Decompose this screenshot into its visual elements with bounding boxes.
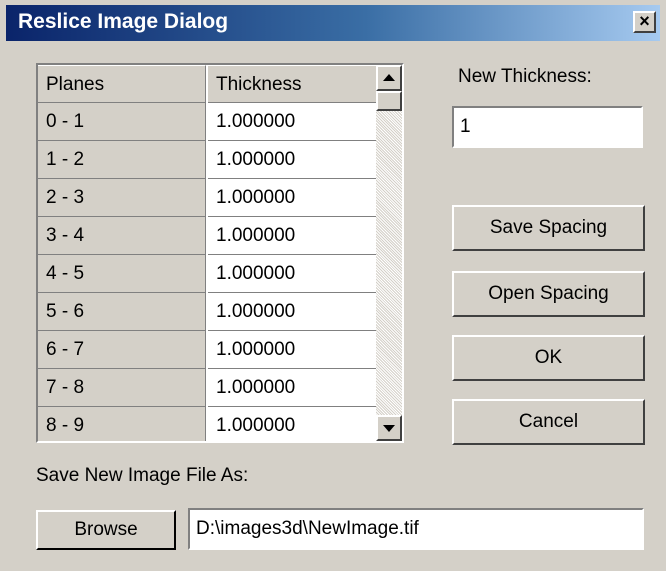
ok-button[interactable]: OK	[452, 335, 645, 381]
thickness-cell[interactable]: 1.000000	[208, 293, 378, 331]
open-spacing-button[interactable]: Open Spacing	[452, 271, 645, 317]
table-row[interactable]: 7 - 8 1.000000	[38, 369, 378, 407]
table-row[interactable]: 0 - 1 1.000000	[38, 103, 378, 141]
vertical-scrollbar[interactable]	[376, 65, 402, 441]
save-as-label: Save New Image File As:	[36, 465, 249, 486]
file-path-input[interactable]: D:\images3d\NewImage.tif	[188, 508, 644, 550]
planes-column-header: Planes	[38, 65, 206, 103]
planes-cell: 2 - 3	[38, 179, 206, 217]
close-button[interactable]: ×	[633, 11, 656, 33]
close-icon: ×	[639, 11, 650, 31]
thickness-cell[interactable]: 1.000000	[208, 369, 378, 407]
save-spacing-button[interactable]: Save Spacing	[452, 205, 645, 251]
browse-button[interactable]: Browse	[36, 510, 176, 550]
planes-cell: 5 - 6	[38, 293, 206, 331]
cancel-button[interactable]: Cancel	[452, 399, 645, 445]
planes-cell: 8 - 9	[38, 407, 206, 441]
new-thickness-input[interactable]: 1	[452, 106, 643, 148]
table-row[interactable]: 2 - 3 1.000000	[38, 179, 378, 217]
thickness-cell[interactable]: 1.000000	[208, 179, 378, 217]
arrow-down-icon	[383, 425, 395, 432]
window-title: Reslice Image Dialog	[18, 10, 229, 33]
arrow-up-icon	[383, 74, 395, 81]
title-bar[interactable]: Reslice Image Dialog ×	[6, 5, 660, 41]
thickness-cell[interactable]: 1.000000	[208, 407, 378, 441]
table-row[interactable]: 5 - 6 1.000000	[38, 293, 378, 331]
table-row[interactable]: 1 - 2 1.000000	[38, 141, 378, 179]
reslice-image-dialog: Reslice Image Dialog × Planes Thickness …	[0, 0, 666, 571]
table-row[interactable]: 3 - 4 1.000000	[38, 217, 378, 255]
table-header-row: Planes Thickness	[38, 65, 378, 103]
planes-cell: 0 - 1	[38, 103, 206, 141]
thickness-cell[interactable]: 1.000000	[208, 103, 378, 141]
planes-cell: 7 - 8	[38, 369, 206, 407]
thickness-table[interactable]: Planes Thickness 0 - 1 1.000000 1 - 2 1.…	[36, 63, 404, 443]
table-row[interactable]: 6 - 7 1.000000	[38, 331, 378, 369]
thickness-column-header: Thickness	[208, 65, 378, 103]
new-thickness-label: New Thickness:	[458, 66, 592, 87]
scroll-thumb[interactable]	[376, 91, 402, 111]
planes-cell: 3 - 4	[38, 217, 206, 255]
thickness-cell[interactable]: 1.000000	[208, 141, 378, 179]
planes-cell: 6 - 7	[38, 331, 206, 369]
thickness-cell[interactable]: 1.000000	[208, 255, 378, 293]
scroll-up-button[interactable]	[376, 65, 402, 91]
planes-cell: 1 - 2	[38, 141, 206, 179]
table-row[interactable]: 4 - 5 1.000000	[38, 255, 378, 293]
planes-cell: 4 - 5	[38, 255, 206, 293]
thickness-cell[interactable]: 1.000000	[208, 217, 378, 255]
table-row[interactable]: 8 - 9 1.000000	[38, 407, 378, 441]
scroll-down-button[interactable]	[376, 415, 402, 441]
thickness-cell[interactable]: 1.000000	[208, 331, 378, 369]
